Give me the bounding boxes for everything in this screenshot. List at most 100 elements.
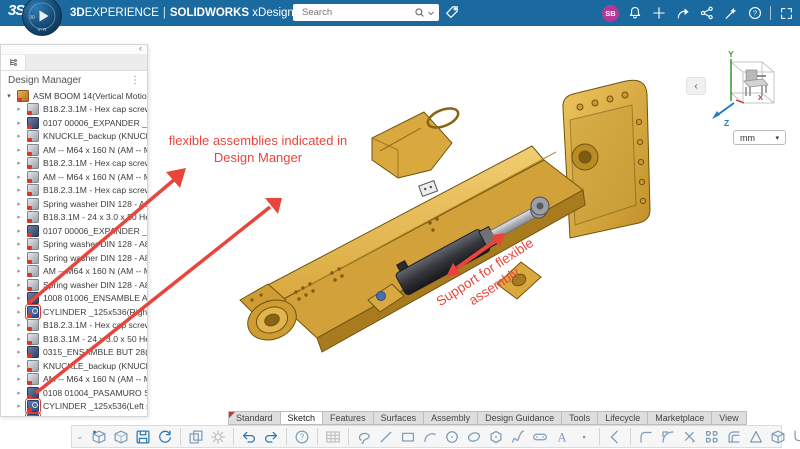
tree-item[interactable]: ▸B18.2.3.1M - Hex cap screw, M8 ... [1,103,147,117]
tab-features[interactable]: Features [323,411,374,425]
expand-arrow-icon[interactable]: ▸ [15,281,23,289]
tab-standard[interactable]: Standard [228,411,281,425]
spline-icon[interactable] [508,427,528,447]
component-ghost-icon[interactable] [111,427,131,447]
expand-arrow-icon[interactable]: ▸ [15,348,23,356]
tree-item[interactable]: ▸Spring washer DIN 128 - A8 (Spri... [1,251,147,265]
rectangle-icon[interactable] [398,427,418,447]
tab-design-guidance[interactable]: Design Guidance [478,411,562,425]
tree-item[interactable]: ▸0107 00006_EXPANDER _80x14... [1,224,147,238]
expand-arrow-icon[interactable]: ▸ [15,321,23,329]
tree-item[interactable]: ▸KNUCKLE_backup (KNUCKLE_b... [1,130,147,144]
fillet-icon[interactable] [658,427,678,447]
expand-arrow-icon[interactable]: ▸ [15,105,23,113]
tab-tools[interactable]: Tools [562,411,598,425]
expand-arrow-icon[interactable]: ▸ [15,119,23,127]
tree-item[interactable]: ▸CYLINDER _125x536(Left side) (... [1,400,147,414]
convert-icon[interactable] [768,427,788,447]
tab-view[interactable]: View [712,411,746,425]
expand-arrow-icon[interactable]: ▸ [15,267,23,275]
text-icon[interactable]: A [552,427,572,447]
tree-item[interactable]: ▸AM -- M64 x 160 N (AM -- M64 x... [1,265,147,279]
tree-item[interactable]: ▸Spring washer DIN 128 - A8 (Spri... [1,238,147,252]
tree-item[interactable]: ▸B18.3.1M - 24 x 3.0 x 50 Hex SH... [1,332,147,346]
tree-item[interactable]: ▸Spring washer DIN 128 - A8 (Spri... [1,278,147,292]
panel-collapse-icon[interactable]: ‹ [139,43,142,53]
3dexperience-compass[interactable]: 3D V+R [21,0,63,37]
point-icon[interactable] [574,427,594,447]
tab-design-tree[interactable] [1,55,26,70]
fullscreen-icon[interactable] [778,5,795,22]
tab-surfaces[interactable]: Surfaces [374,411,425,425]
undo-icon[interactable] [239,427,259,447]
corner-icon[interactable] [636,427,656,447]
tree-item[interactable]: ▸0315_ENSAMBLE BUT 28(Fixed)... [1,346,147,360]
tree-item[interactable]: ▸B18.2.3.1M - Hex cap screw, M8 ... [1,319,147,333]
orientation-view-cube[interactable]: Y X Z [700,50,796,132]
expand-arrow-icon[interactable]: ▸ [15,335,23,343]
circle-icon[interactable] [442,427,462,447]
polygon-icon[interactable] [486,427,506,447]
settings-gear-icon[interactable] [208,427,228,447]
sketch-grid-icon[interactable] [323,427,343,447]
help-icon[interactable]: ? [292,427,312,447]
expand-arrow-icon[interactable]: ▸ [15,362,23,370]
expand-arrow-icon[interactable]: ▸ [15,200,23,208]
panel-menu-icon[interactable]: ⋮ [130,75,140,86]
tab-marketplace[interactable]: Marketplace [648,411,712,425]
expand-arrow-icon[interactable]: ▸ [15,173,23,181]
search-input[interactable] [300,6,413,19]
slot-icon[interactable] [530,427,550,447]
expand-arrow-icon[interactable]: ▸ [15,132,23,140]
expand-arrow-icon[interactable]: ▸ [15,186,23,194]
tree-item[interactable]: ▸ [1,413,147,416]
bell-icon[interactable] [626,5,643,22]
lasso-icon[interactable] [354,427,374,447]
tree-item[interactable]: ▸CYLINDER _125x536(Right Side... [1,305,147,319]
tree-item[interactable]: ▸1008 01006_ENSAMBLE ABRAZ... [1,292,147,306]
expand-arrow-icon[interactable]: ▸ [15,402,23,410]
assistant-icon[interactable] [722,5,739,22]
tree-item[interactable]: ▸0107 00006_EXPANDER _80x14... [1,116,147,130]
tree-item[interactable]: ▸Spring washer DIN 128 - A8 (Spri... [1,197,147,211]
toolbar-expand-icon[interactable]: ⌄ [76,431,84,442]
ellipse-icon[interactable] [464,427,484,447]
line-icon[interactable] [376,427,396,447]
component-icon[interactable] [89,427,109,447]
tree-item[interactable]: ▸AM -- M64 x 160 N (AM -- M64 x... [1,373,147,387]
tree-item[interactable]: ▸AM -- M64 x 160 N (AM -- M64 x... [1,170,147,184]
polyline-icon[interactable] [605,427,625,447]
exit-sketch-icon[interactable] [790,427,800,447]
expand-arrow-icon[interactable]: ▸ [15,294,23,302]
constraint-icon[interactable] [746,427,766,447]
plus-icon[interactable] [650,5,667,22]
tag-icon[interactable] [444,4,460,25]
offset-icon[interactable] [724,427,744,447]
search-icon[interactable] [413,6,426,19]
pattern-icon[interactable] [702,427,722,447]
save-icon[interactable] [133,427,153,447]
search-box[interactable] [293,4,439,21]
sync-icon[interactable] [155,427,175,447]
expand-arrow-icon[interactable]: ▸ [15,254,23,262]
expand-arrow-icon[interactable]: ▸ [15,308,23,316]
tree-item[interactable]: ▸KNUCKLE_backup (KNUCKLE_b... [1,359,147,373]
expand-arrow-icon[interactable]: ▸ [15,240,23,248]
units-dropdown[interactable]: mm ▾ [733,130,786,145]
tree-item[interactable]: ▸B18.3.1M - 24 x 3.0 x 50 Hex SH... [1,211,147,225]
tree-item[interactable]: ▸0108 01004_PASAMURO SMAL... [1,386,147,400]
expand-arrow-icon[interactable]: ▸ [15,146,23,154]
expand-arrow-icon[interactable]: ▸ [15,389,23,397]
tree-item[interactable]: ▾ASM BOOM 14(Vertical Motion Only) [1,89,147,103]
user-avatar[interactable]: SB [602,5,619,22]
help-circle-icon[interactable]: ? [746,5,763,22]
tab-sketch[interactable]: Sketch [281,411,324,425]
tab-assembly[interactable]: Assembly [424,411,478,425]
search-scope-chevron-icon[interactable] [426,8,436,18]
arc-icon[interactable] [420,427,440,447]
collapse-arrow-icon[interactable]: ▾ [5,92,13,100]
redo-icon[interactable] [261,427,281,447]
tree-item[interactable]: ▸AM -- M64 x 160 N (AM -- M64 x... [1,143,147,157]
expand-arrow-icon[interactable]: ▸ [15,213,23,221]
expand-arrow-icon[interactable]: ▸ [15,159,23,167]
